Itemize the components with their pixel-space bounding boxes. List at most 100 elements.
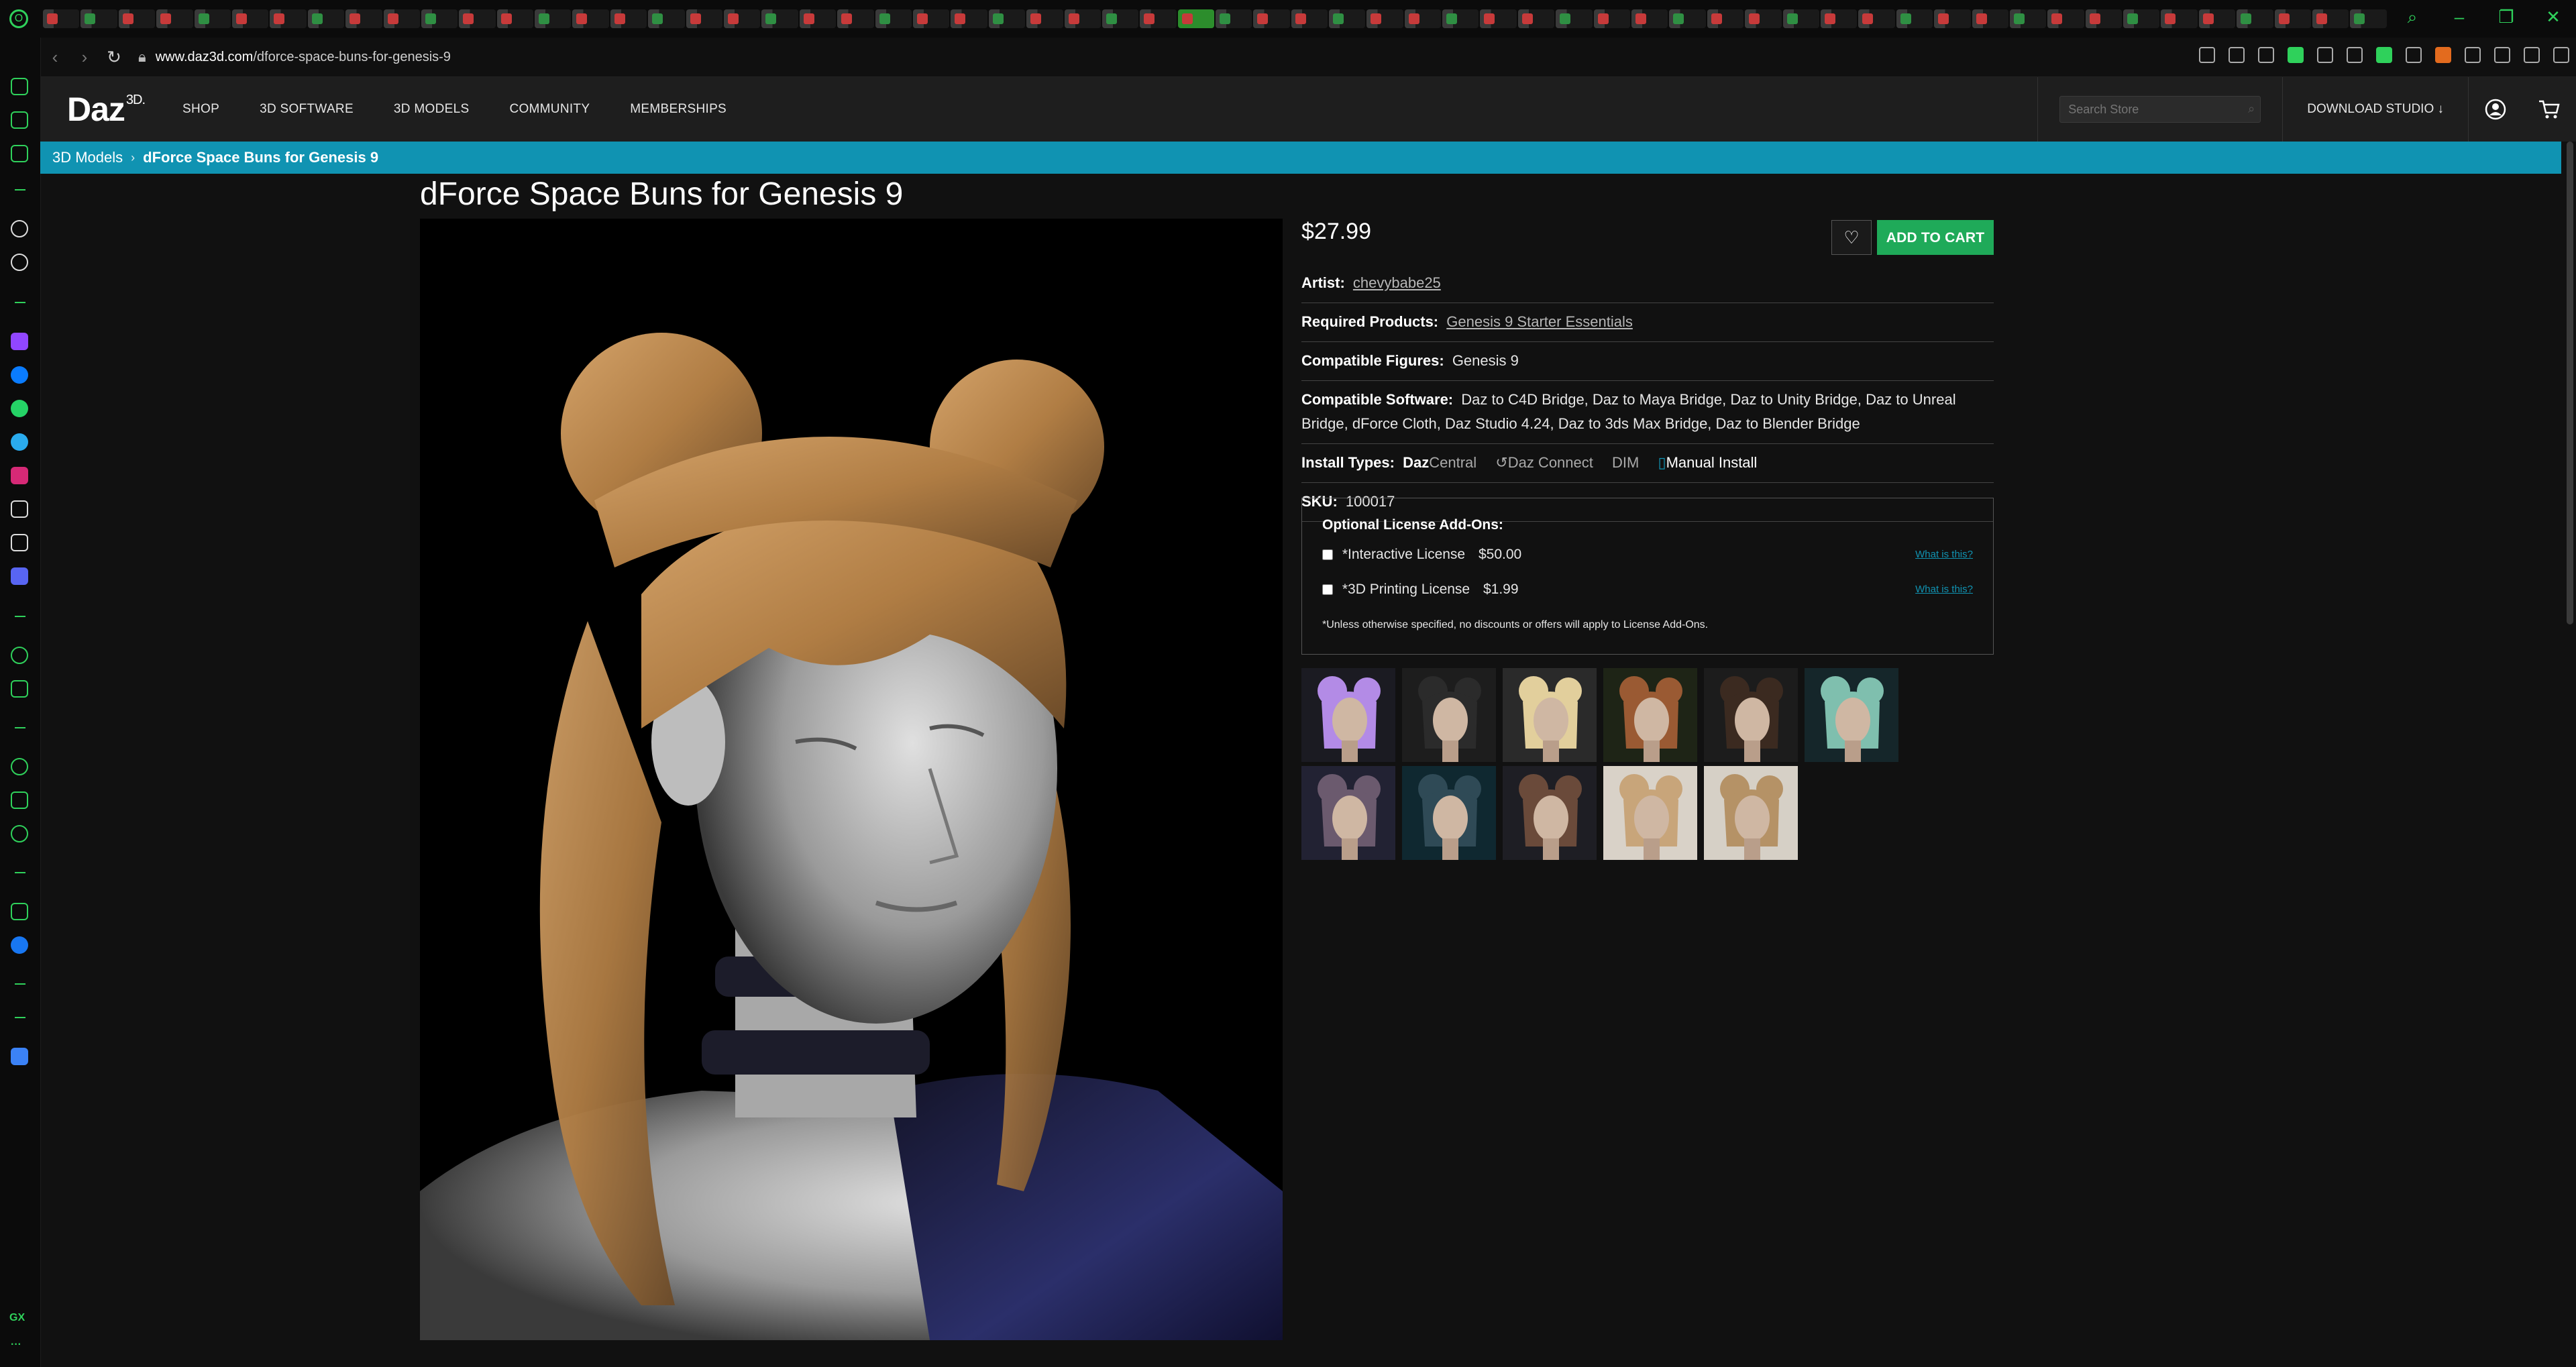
browser-tab[interactable] xyxy=(912,9,950,28)
browser-tab[interactable] xyxy=(194,9,231,28)
product-main-image[interactable] xyxy=(420,219,1283,1340)
browser-tab[interactable] xyxy=(686,9,723,28)
history-icon[interactable] xyxy=(11,758,28,775)
browser-tab[interactable] xyxy=(648,9,685,28)
browser-tab[interactable] xyxy=(496,9,534,28)
browser-tab[interactable] xyxy=(118,9,156,28)
browser-tab[interactable] xyxy=(2312,9,2349,28)
browser-tab[interactable] xyxy=(231,9,269,28)
messenger-icon[interactable] xyxy=(11,366,28,384)
browser-tab[interactable] xyxy=(1593,9,1631,28)
aria-icon[interactable] xyxy=(11,220,28,237)
browser-tab[interactable] xyxy=(459,9,496,28)
product-thumbnail[interactable] xyxy=(1704,668,1798,762)
browser-tab[interactable] xyxy=(383,9,420,28)
close-window-icon[interactable]: ✕ xyxy=(2541,7,2565,28)
browser-tab[interactable] xyxy=(1366,9,1403,28)
browser-tab[interactable] xyxy=(345,9,382,28)
reload-icon[interactable]: ↻ xyxy=(99,47,129,68)
browser-tab[interactable] xyxy=(2350,9,2387,28)
browser-tab[interactable] xyxy=(1291,9,1328,28)
browser-tab[interactable] xyxy=(2123,9,2160,28)
browser-tab[interactable] xyxy=(1782,9,1819,28)
facebook-icon[interactable] xyxy=(11,936,28,954)
browser-tab[interactable] xyxy=(1026,9,1063,28)
browser-tab[interactable] xyxy=(2009,9,2047,28)
browser-tab[interactable] xyxy=(1896,9,1933,28)
artist-link[interactable]: chevybabe25 xyxy=(1353,274,1441,291)
telegram-icon[interactable] xyxy=(11,433,28,451)
browser-tab[interactable] xyxy=(2237,9,2273,28)
browser-tab[interactable] xyxy=(2198,9,2236,28)
browser-tab[interactable] xyxy=(1404,9,1442,28)
product-thumbnail[interactable] xyxy=(1503,668,1597,762)
browser-tab[interactable] xyxy=(1556,9,1593,28)
product-thumbnail[interactable] xyxy=(1301,766,1395,860)
nav-community[interactable]: COMMUNITY xyxy=(509,102,590,117)
browser-tab[interactable] xyxy=(1517,9,1555,28)
browser-tab[interactable] xyxy=(1707,9,1744,28)
browser-tab[interactable] xyxy=(1328,9,1366,28)
wishlist-button[interactable]: ♡ xyxy=(1831,220,1872,255)
pinned-site-icon[interactable] xyxy=(11,1048,28,1065)
snapshot-icon[interactable] xyxy=(2229,47,2245,63)
settings-icon[interactable] xyxy=(11,825,28,842)
product-thumbnail[interactable] xyxy=(1402,668,1496,762)
search-input[interactable] xyxy=(2060,97,2245,123)
browser-tab[interactable] xyxy=(1972,9,2008,28)
sidebar-more-icon[interactable]: ··· xyxy=(11,1339,21,1351)
breadcrumb-3d-models[interactable]: 3D Models xyxy=(52,149,123,166)
browser-tab[interactable] xyxy=(1253,9,1290,28)
url-field[interactable]: www.daz3d.com/dforce-space-buns-for-gene… xyxy=(156,50,451,65)
minimize-icon[interactable]: – xyxy=(2447,7,2471,28)
whatsapp-icon[interactable] xyxy=(11,400,28,417)
send-icon[interactable] xyxy=(2258,47,2274,63)
discord-icon[interactable] xyxy=(11,567,28,585)
browser-tab[interactable] xyxy=(2047,9,2084,28)
cart-button[interactable] xyxy=(2522,99,2576,119)
download-studio-button[interactable]: DOWNLOAD STUDIO ↓ xyxy=(2307,102,2444,117)
browser-tab[interactable] xyxy=(43,9,80,28)
download-icon[interactable] xyxy=(2524,47,2540,63)
daz-logo[interactable]: Daz 3D. xyxy=(67,90,146,129)
browser-tab[interactable] xyxy=(80,9,117,28)
browser-tab[interactable] xyxy=(761,9,798,28)
wallet-icon[interactable] xyxy=(2494,47,2510,63)
product-thumbnail[interactable] xyxy=(1603,766,1697,860)
browser-tab[interactable] xyxy=(535,9,572,28)
browser-tab[interactable] xyxy=(2085,9,2123,28)
required-products-link[interactable]: Genesis 9 Starter Essentials xyxy=(1446,313,1633,330)
gx-corner-icon[interactable] xyxy=(11,78,28,95)
browser-tab[interactable] xyxy=(1934,9,1971,28)
browser-tab[interactable] xyxy=(1858,9,1895,28)
heart-bookmark-icon[interactable] xyxy=(2347,47,2363,63)
interactive-license-checkbox[interactable] xyxy=(1322,549,1333,560)
page-scrollbar[interactable] xyxy=(2567,142,2573,624)
speed-dial-icon[interactable] xyxy=(11,111,28,129)
search-icon[interactable]: ⌕ xyxy=(2248,102,2255,116)
printing-license-info-link[interactable]: What is this? xyxy=(1915,578,1973,602)
browser-tab[interactable] xyxy=(837,9,874,28)
browser-tab[interactable] xyxy=(724,9,761,28)
browser-tab[interactable] xyxy=(156,9,193,28)
menu-icon[interactable] xyxy=(2553,47,2569,63)
tiktok-icon[interactable] xyxy=(11,500,28,518)
chatgpt-icon[interactable] xyxy=(11,254,28,271)
x-icon[interactable] xyxy=(11,534,28,551)
browser-tab[interactable] xyxy=(951,9,987,28)
browser-tab[interactable] xyxy=(1177,9,1214,28)
nav-memberships[interactable]: MEMBERSHIPS xyxy=(630,102,727,117)
extension-orange-icon[interactable] xyxy=(2435,47,2451,63)
mail-icon[interactable] xyxy=(11,145,28,162)
browser-tab[interactable] xyxy=(875,9,912,28)
browser-tab[interactable] xyxy=(1820,9,1858,28)
music-player-icon[interactable] xyxy=(11,647,28,664)
shield-extension-icon[interactable] xyxy=(2288,47,2304,63)
pin-icon[interactable] xyxy=(2199,47,2215,63)
nav-3d-models[interactable]: 3D MODELS xyxy=(394,102,470,117)
extension-active-icon[interactable] xyxy=(2376,47,2392,63)
twitch-icon[interactable] xyxy=(11,333,28,350)
extensions-sidebar-icon[interactable] xyxy=(11,791,28,809)
nav-3d-software[interactable]: 3D SOFTWARE xyxy=(260,102,354,117)
browser-tab[interactable] xyxy=(307,9,345,28)
